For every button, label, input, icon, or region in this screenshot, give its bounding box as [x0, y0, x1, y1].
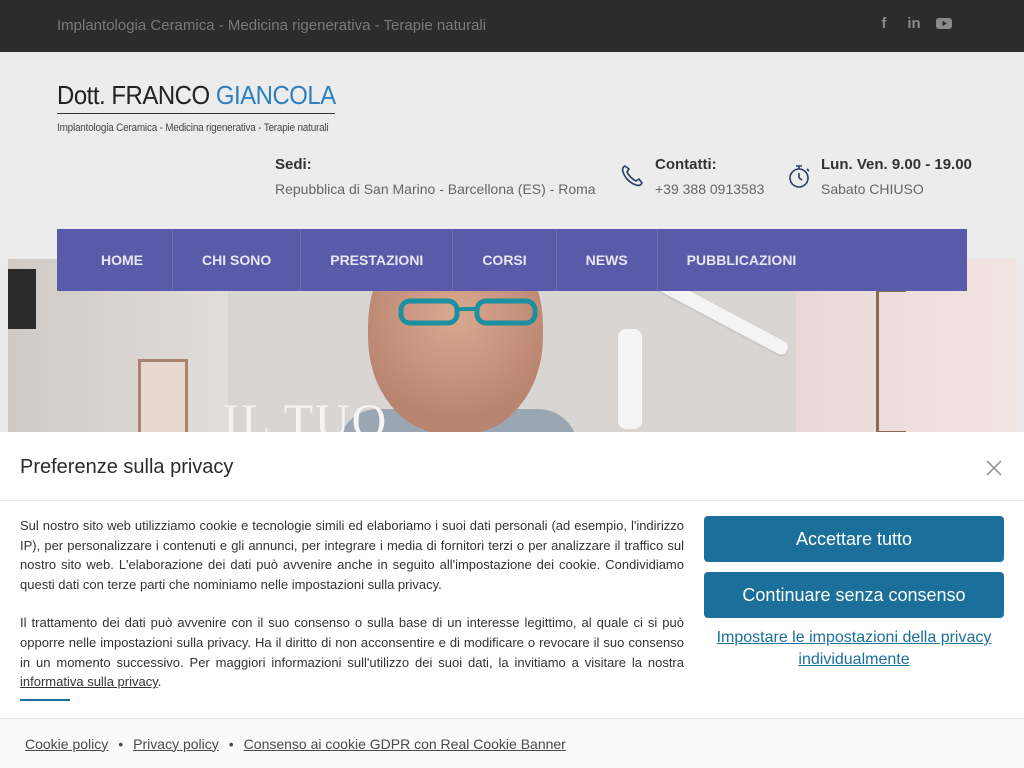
youtube-icon[interactable] — [936, 14, 952, 32]
privacy-policy-inline-link[interactable]: informativa sulla privacy — [20, 674, 158, 689]
privacy-dialog: Preferenze sulla privacy Sul nostro sito… — [0, 432, 1024, 768]
info-contatti: Contatti: +39 388 0913583 — [655, 156, 764, 197]
linkedin-icon[interactable]: in — [906, 14, 922, 32]
footer-separator: • — [118, 735, 124, 752]
footer-separator: • — [228, 735, 234, 752]
logo-divider — [57, 113, 335, 114]
close-icon[interactable] — [984, 458, 1004, 478]
privacy-policy-link[interactable]: Privacy policy — [133, 736, 219, 752]
cookie-policy-link[interactable]: Cookie policy — [25, 736, 108, 752]
logo-name: Dott. FRANCO GIANCOLA — [57, 80, 336, 110]
individual-privacy-settings-link[interactable]: Impostare le impostazioni della privacy … — [704, 627, 1004, 671]
hero-title: IL TUO — [223, 395, 389, 434]
privacy-dialog-header: Preferenze sulla privacy — [0, 432, 1024, 501]
privacy-paragraph-1: Sul nostro sito web utilizziamo cookie e… — [20, 518, 684, 592]
privacy-dialog-footer: Cookie policy • Privacy policy • Consens… — [0, 718, 1024, 768]
hero-lamp — [8, 269, 36, 329]
orari-label: Lun. Ven. 9.00 - 19.00 — [821, 156, 972, 173]
privacy-paragraph-2: Il trattamento dei dati può avvenire con… — [20, 615, 684, 690]
logo-subtitle: Implantologia Ceramica - Medicina rigene… — [57, 122, 329, 134]
nav-home[interactable]: HOME — [57, 229, 173, 291]
info-orari: Lun. Ven. 9.00 - 19.00 Sabato CHIUSO — [821, 156, 972, 197]
stopwatch-icon — [786, 162, 814, 190]
nav-prestazioni[interactable]: PRESTAZIONI — [301, 229, 454, 291]
gdpr-consent-link[interactable]: Consenso ai cookie GDPR con Real Cookie … — [244, 736, 566, 752]
info-sedi: Sedi: Repubblica di San Marino - Barcell… — [275, 156, 596, 197]
hero-dental-lamp-post — [618, 329, 642, 429]
nav-chi-sono[interactable]: CHI SONO — [173, 229, 302, 291]
contatti-label: Contatti: — [655, 156, 717, 173]
hero-door — [138, 359, 188, 434]
sedi-value: Repubblica di San Marino - Barcellona (E… — [275, 181, 596, 197]
hero-glasses — [398, 298, 538, 326]
top-bar: Implantologia Ceramica - Medicina rigene… — [0, 0, 1024, 52]
nav-corsi[interactable]: CORSI — [453, 229, 557, 291]
nav-news[interactable]: NEWS — [557, 229, 658, 291]
nav-pubblicazioni[interactable]: PUBBLICAZIONI — [658, 229, 826, 291]
continue-without-consent-button[interactable]: Continuare senza consenso — [704, 572, 1004, 618]
orari-value: Sabato CHIUSO — [821, 181, 924, 197]
focus-indicator — [20, 699, 70, 701]
hero-door-frame — [876, 289, 906, 434]
privacy-dialog-text: Sul nostro sito web utilizziamo cookie e… — [20, 516, 684, 692]
phone-icon — [618, 162, 646, 190]
site-logo[interactable]: Dott. FRANCO GIANCOLA Implantologia Cera… — [57, 80, 337, 134]
main-nav: HOME CHI SONO PRESTAZIONI CORSI NEWS PUB… — [57, 229, 967, 291]
sedi-label: Sedi: — [275, 156, 312, 173]
top-tagline: Implantologia Ceramica - Medicina rigene… — [57, 17, 487, 34]
privacy-dialog-title: Preferenze sulla privacy — [20, 456, 234, 478]
facebook-icon[interactable]: f — [876, 14, 892, 32]
social-links: f in — [876, 14, 952, 32]
contatti-value[interactable]: +39 388 0913583 — [655, 181, 764, 197]
accept-all-button[interactable]: Accettare tutto — [704, 516, 1004, 562]
